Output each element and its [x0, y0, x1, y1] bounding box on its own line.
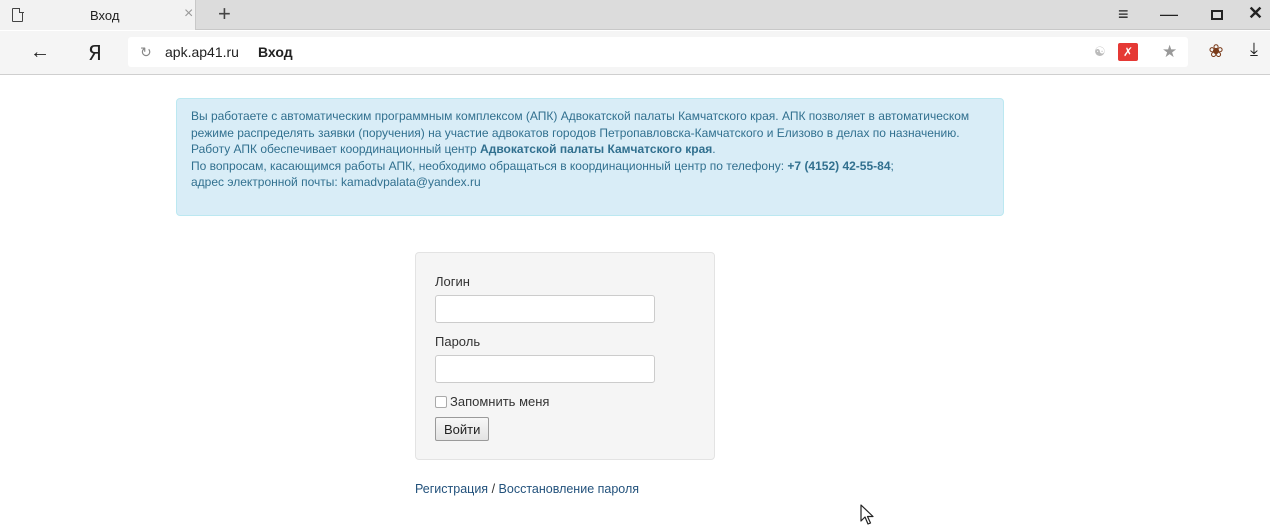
- download-icon[interactable]: ⤓: [1250, 39, 1258, 60]
- register-link[interactable]: Регистрация: [415, 482, 488, 496]
- info-org: Адвокатской палаты Камчатского края: [480, 142, 713, 156]
- login-label: Логин: [435, 274, 470, 289]
- info-phone: +7 (4152) 42-55-84: [787, 158, 891, 173]
- extension-icon[interactable]: ✗: [1118, 43, 1138, 61]
- login-button[interactable]: Войти: [435, 417, 490, 441]
- login-panel: Логин Пароль Запомнить меня Войти: [415, 252, 715, 460]
- tab-close-icon[interactable]: ×: [184, 5, 193, 23]
- new-tab-button[interactable]: +: [218, 2, 231, 26]
- page-icon: [12, 7, 24, 22]
- restore-password-link[interactable]: Восстановление пароля: [499, 482, 640, 496]
- info-questions: По вопросам, касающимся работы АПК, необ…: [191, 158, 785, 173]
- back-arrow-icon[interactable]: ←: [30, 41, 50, 64]
- info-email[interactable]: kamadvpalata@yandex.ru: [341, 175, 481, 189]
- reload-icon[interactable]: ↻: [140, 44, 152, 61]
- menu-icon[interactable]: ≡: [1118, 4, 1129, 25]
- close-icon[interactable]: ✕: [1248, 3, 1263, 24]
- yandex-logo[interactable]: Я: [88, 41, 102, 65]
- remember-me[interactable]: Запомнить меня: [435, 394, 549, 409]
- tab-title: Вход: [90, 8, 120, 23]
- login-input[interactable]: [435, 295, 655, 323]
- info-email-prefix: адрес электронной почты:: [191, 175, 338, 189]
- password-input[interactable]: [435, 355, 655, 383]
- minimize-icon[interactable]: —: [1160, 4, 1178, 25]
- remember-checkbox[interactable]: [435, 396, 447, 408]
- password-label: Пароль: [435, 334, 481, 349]
- maximize-icon[interactable]: [1211, 10, 1223, 20]
- url-host[interactable]: apk.ap41.ru: [165, 44, 239, 60]
- url-page-title[interactable]: Вход: [258, 44, 293, 60]
- auth-links: Регистрация / Восстановление пароля: [415, 482, 639, 496]
- info-alert: Вы работаете с автоматическим программны…: [176, 98, 1004, 216]
- remember-label: Запомнить меня: [450, 394, 550, 409]
- translate-icon[interactable]: ☯: [1094, 44, 1106, 60]
- star-icon[interactable]: ★: [1162, 42, 1177, 62]
- bug-icon[interactable]: ❀: [1206, 41, 1226, 61]
- tab-active[interactable]: Вход ×: [0, 0, 196, 30]
- browser-toolbar: ← Я ↻ apk.ap41.ru Вход ☯ ✗ ★ ❀ ⤓: [0, 31, 1270, 75]
- links-separator: /: [491, 482, 496, 496]
- tab-bar: Вход × + ≡ — ✕: [0, 0, 1270, 30]
